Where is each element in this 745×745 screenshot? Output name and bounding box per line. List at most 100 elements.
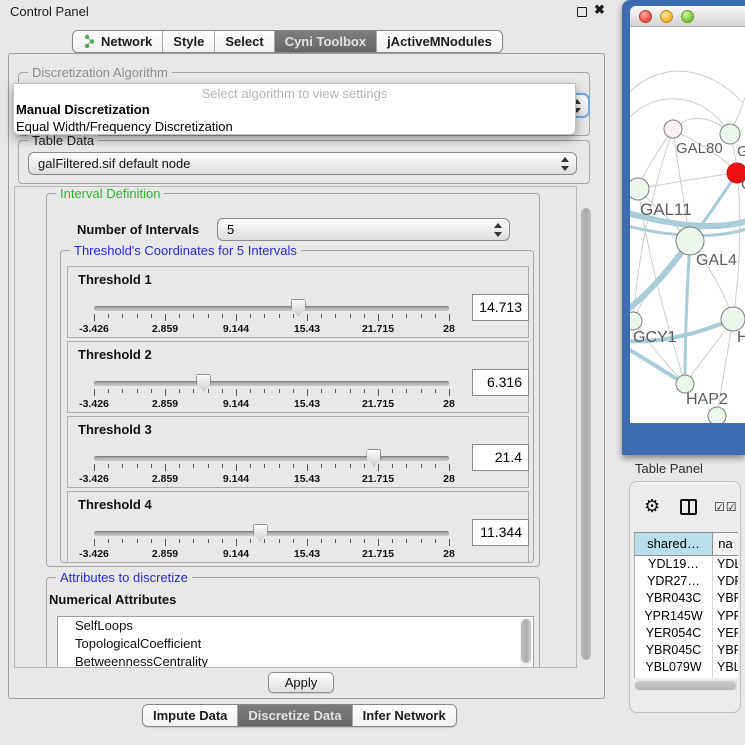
settings-vertical-scrollbar[interactable] xyxy=(580,188,592,666)
slider-thumb[interactable] xyxy=(366,449,381,466)
cell-name[interactable]: YLR3 xyxy=(713,676,738,678)
threshold-2-slider[interactable]: -3.4262.8599.14415.4321.71528 xyxy=(94,376,449,412)
tick-mark xyxy=(421,389,422,393)
tab-discretize-data[interactable]: Discretize Data xyxy=(238,705,352,726)
cell-name[interactable]: YBR0 xyxy=(713,642,738,659)
minimize-traffic-light-icon[interactable] xyxy=(660,10,673,23)
table-row[interactable]: YDL19…YDL1 xyxy=(635,556,738,573)
node-ga[interactable] xyxy=(720,124,740,144)
table-horizontal-scrollbar[interactable] xyxy=(634,680,738,691)
column-header-name[interactable]: na xyxy=(713,533,738,555)
slider-track[interactable] xyxy=(94,381,449,386)
threshold-2-value-field[interactable]: 6.316 xyxy=(472,369,529,396)
dropdown-option-equal-width[interactable]: Equal Width/Frequency Discretization xyxy=(16,119,233,134)
threshold-3-value-field[interactable]: 21.4 xyxy=(472,444,529,471)
svg-text:C: C xyxy=(741,176,745,193)
table-row[interactable]: YER054CYER0 xyxy=(635,625,738,642)
table-row[interactable]: YDR27…YDR2 xyxy=(635,573,738,590)
svg-text:H: H xyxy=(737,329,745,346)
cell-shared-name[interactable]: YPR145W xyxy=(635,608,713,625)
table-row[interactable]: YLR345WYLR3 xyxy=(635,676,738,678)
threshold-4-value-field[interactable]: 11.344 xyxy=(472,519,529,546)
tick-mark xyxy=(378,539,379,546)
cell-shared-name[interactable]: YBR045C xyxy=(635,642,713,659)
threshold-4-panel: Threshold 4 -3.4262.8599.14415.4321.7152… xyxy=(67,491,529,563)
cell-name[interactable]: YDL1 xyxy=(713,556,738,573)
gear-icon[interactable]: ⚙ xyxy=(644,497,660,515)
spinner-arrows-icon xyxy=(493,222,502,238)
table-header-row: shared… na xyxy=(635,533,738,556)
numerical-attributes-list[interactable]: SelfLoopsTopologicalCoefficientBetweenne… xyxy=(57,616,534,668)
tick-mark xyxy=(250,539,251,543)
close-traffic-light-icon[interactable] xyxy=(639,10,652,23)
node-gal4[interactable] xyxy=(676,227,704,255)
attributes-list-scrollbar[interactable] xyxy=(520,618,532,668)
slider-track[interactable] xyxy=(94,531,449,536)
attribute-list-item[interactable]: SelfLoops xyxy=(58,617,533,635)
scale-label: -3.426 xyxy=(79,323,109,335)
column-layout-icon[interactable] xyxy=(680,499,697,515)
cell-shared-name[interactable]: YER054C xyxy=(635,625,713,642)
tick-mark xyxy=(94,464,95,471)
node-h[interactable] xyxy=(721,307,745,331)
tick-mark xyxy=(94,314,95,321)
cell-shared-name[interactable]: YBL079W xyxy=(635,659,713,676)
table-row[interactable]: YPR145WYPR1 xyxy=(635,608,738,625)
apply-button[interactable]: Apply xyxy=(268,672,334,693)
tick-mark xyxy=(435,464,436,468)
slider-track[interactable] xyxy=(94,306,449,311)
threshold-3-slider[interactable]: -3.4262.8599.14415.4321.71528 xyxy=(94,451,449,487)
attribute-list-item[interactable]: BetweennessCentrality xyxy=(58,653,533,668)
tab-select[interactable]: Select xyxy=(215,31,274,52)
node-gal11[interactable] xyxy=(630,178,649,200)
cell-name[interactable]: YBR0 xyxy=(713,590,738,607)
threshold-1-value-field[interactable]: 14.713 xyxy=(472,294,529,321)
slider-thumb[interactable] xyxy=(196,374,211,391)
tab-style[interactable]: Style xyxy=(163,31,215,52)
tick-mark xyxy=(392,539,393,543)
cell-name[interactable]: YER0 xyxy=(713,625,738,642)
cell-name[interactable]: YBL0 xyxy=(713,659,738,676)
float-window-icon[interactable] xyxy=(577,7,587,17)
cell-name[interactable]: YPR1 xyxy=(713,608,738,625)
node-bottom-partial[interactable] xyxy=(708,407,726,423)
slider-thumb[interactable] xyxy=(253,524,268,541)
scrollbar-thumb[interactable] xyxy=(581,208,591,660)
table-row[interactable]: YBL079WYBL0 xyxy=(635,659,738,676)
slider-track[interactable] xyxy=(94,456,449,461)
cell-shared-name[interactable]: YDL19… xyxy=(635,556,713,573)
dropdown-option-manual[interactable]: Manual Discretization xyxy=(16,102,150,117)
cell-name[interactable]: YDR2 xyxy=(713,573,738,590)
attribute-list-item[interactable]: TopologicalCoefficient xyxy=(58,635,533,653)
tab-jactivemnodules[interactable]: jActiveMNodules xyxy=(377,31,502,52)
tab-cyni-toolbox[interactable]: Cyni Toolbox xyxy=(275,31,377,52)
threshold-1-slider[interactable]: -3.4262.8599.14415.4321.71528 xyxy=(94,301,449,337)
scrollbar-thumb[interactable] xyxy=(635,681,736,690)
column-header-shared-name[interactable]: shared… xyxy=(635,533,713,555)
cell-shared-name[interactable]: YLR345W xyxy=(635,676,713,678)
cell-shared-name[interactable]: YBR043C xyxy=(635,590,713,607)
node-gal80[interactable] xyxy=(664,120,682,138)
scale-label: 15.43 xyxy=(294,548,320,560)
tick-mark xyxy=(435,389,436,393)
zoom-traffic-light-icon[interactable] xyxy=(681,10,694,23)
select-columns-checkboxes-icon[interactable]: ☑☑ xyxy=(714,500,738,514)
tick-mark xyxy=(321,464,322,468)
tick-mark xyxy=(364,389,365,393)
tick-mark xyxy=(378,389,379,396)
network-canvas[interactable]: GAL80 GA C GAL11 GAL4 GCY1 H HAP2 xyxy=(630,27,745,423)
table-row[interactable]: YBR043CYBR0 xyxy=(635,590,738,607)
table-row[interactable]: YBR045CYBR0 xyxy=(635,642,738,659)
tick-mark xyxy=(321,389,322,393)
tick-mark xyxy=(165,539,166,546)
tab-infer-network[interactable]: Infer Network xyxy=(353,705,456,726)
number-of-intervals-spinner[interactable]: 5 xyxy=(217,218,510,241)
node-gcy1[interactable] xyxy=(630,312,642,330)
network-icon xyxy=(83,34,96,49)
close-icon[interactable]: ✖ xyxy=(594,2,605,18)
tab-impute-data[interactable]: Impute Data xyxy=(143,705,238,726)
cell-shared-name[interactable]: YDR27… xyxy=(635,573,713,590)
threshold-4-slider[interactable]: -3.4262.8599.14415.4321.71528 xyxy=(94,526,449,562)
table-data-combobox[interactable]: galFiltered.sif default node xyxy=(28,152,577,175)
tab-network[interactable]: Network xyxy=(73,31,163,52)
